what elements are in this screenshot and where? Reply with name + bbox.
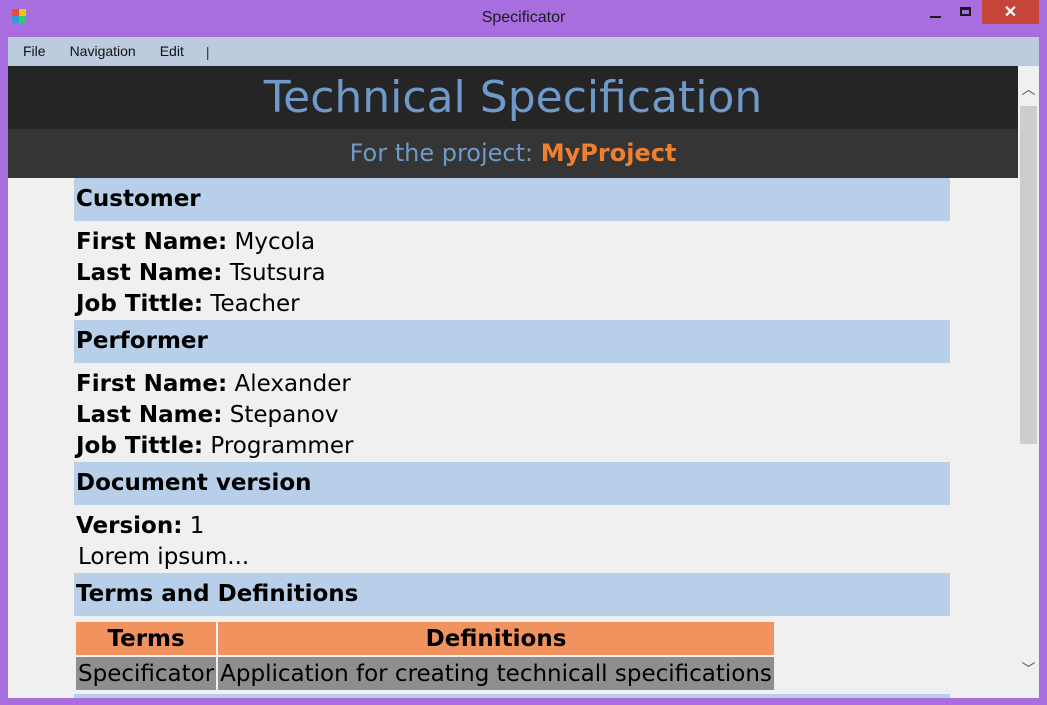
document-view[interactable]: Technical Specification For the project:…: [8, 66, 1018, 698]
project-name: MyProject: [540, 139, 677, 167]
customer-fields: First Name: Mycola Last Name: Tsutsura J…: [74, 221, 950, 320]
table-row: Specificator Application for creating te…: [76, 657, 774, 690]
menu-separator: |: [205, 43, 210, 60]
performer-first-name: First Name: Alexander: [76, 369, 950, 400]
app-window: Specificator ✕ File Navigation Edit | Te…: [0, 0, 1047, 705]
field-value: Mycola: [234, 229, 316, 255]
version-note: Lorem ipsum...: [78, 544, 250, 570]
definition-cell: Application for creating technicall spec…: [218, 657, 774, 690]
project-subtitle: For the project: MyProject: [8, 129, 1018, 178]
field-value: 1: [189, 513, 205, 539]
table-header-row: Terms Definitions: [76, 622, 774, 655]
customer-job-title: Job Tittle: Teacher: [76, 289, 950, 320]
field-value: Stepanov: [229, 402, 339, 428]
scroll-up-icon[interactable]: ︿: [1018, 78, 1039, 100]
field-value: Programmer: [210, 433, 354, 459]
minimize-button[interactable]: [922, 0, 948, 22]
section-terms-heading: Terms and Definitions: [74, 573, 950, 616]
field-label: Version:: [76, 513, 183, 539]
column-terms: Terms: [76, 622, 217, 655]
page-title: Technical Specification: [8, 66, 1018, 129]
section-customer-heading: Customer: [74, 178, 950, 221]
performer-last-name: Last Name: Stepanov: [76, 400, 950, 431]
title-bar[interactable]: Specificator ✕: [0, 0, 1047, 36]
terms-table: Terms Definitions Specificator Applicati…: [74, 620, 776, 692]
scroll-thumb[interactable]: [1020, 106, 1037, 444]
document-version: Version: 1: [76, 511, 950, 542]
menu-file[interactable]: File: [8, 37, 58, 66]
field-label: Last Name:: [76, 260, 223, 286]
close-button[interactable]: ✕: [982, 0, 1039, 24]
subtitle-prefix: For the project:: [349, 139, 534, 167]
version-fields: Version: 1 Lorem ipsum...: [74, 505, 950, 573]
field-value: Tsutsura: [229, 260, 326, 286]
next-section-band: [74, 694, 950, 698]
performer-job-title: Job Tittle: Programmer: [76, 431, 950, 462]
menu-edit[interactable]: Edit: [148, 37, 196, 66]
section-performer-heading: Performer: [74, 320, 950, 363]
term-cell: Specificator: [76, 657, 217, 690]
menu-navigation[interactable]: Navigation: [58, 37, 148, 66]
vertical-scrollbar[interactable]: ︿ ﹀: [1018, 66, 1039, 698]
field-label: First Name:: [76, 371, 228, 397]
customer-first-name: First Name: Mycola: [76, 227, 950, 258]
maximize-button[interactable]: [952, 0, 978, 22]
customer-last-name: Last Name: Tsutsura: [76, 258, 950, 289]
field-label: Job Tittle:: [76, 433, 204, 459]
field-label: First Name:: [76, 229, 228, 255]
document-body: Customer First Name: Mycola Last Name: T…: [74, 178, 950, 698]
column-definitions: Definitions: [218, 622, 774, 655]
field-value: Teacher: [210, 291, 300, 317]
section-version-heading: Document version: [74, 462, 950, 505]
field-label: Last Name:: [76, 402, 223, 428]
menu-bar: File Navigation Edit |: [8, 37, 1039, 66]
window-title: Specificator: [481, 9, 566, 26]
close-icon: ✕: [1003, 4, 1018, 21]
performer-fields: First Name: Alexander Last Name: Stepano…: [74, 363, 950, 462]
scroll-down-icon[interactable]: ﹀: [1018, 658, 1039, 680]
field-label: Job Tittle:: [76, 291, 204, 317]
field-value: Alexander: [234, 371, 351, 397]
